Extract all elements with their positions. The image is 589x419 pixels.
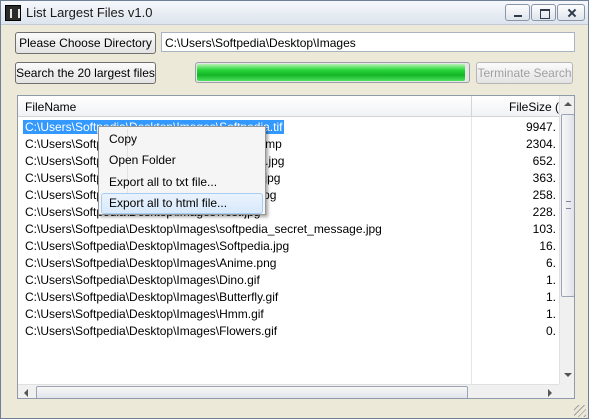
progress-fill <box>197 64 466 81</box>
scroll-left-arrow-icon[interactable] <box>18 385 35 398</box>
list-header: FileName FileSize (K <box>18 96 567 117</box>
horizontal-scrollbar[interactable] <box>18 384 559 398</box>
menu-item-copy[interactable]: Copy <box>101 129 263 150</box>
app-window: List Largest Files v1.0 Please Choose Di… <box>0 0 589 419</box>
title-bar[interactable]: List Largest Files v1.0 <box>1 1 588 25</box>
file-size-cell: 6. <box>545 256 556 270</box>
file-name-cell: C:\Users\Softpedia\Desktop\Images\Dino.g… <box>25 273 260 287</box>
vertical-scrollbar[interactable] <box>559 96 574 384</box>
file-size-cell: 652. <box>532 154 556 168</box>
context-menu: Copy Open Folder Export all to txt file.… <box>98 126 266 215</box>
file-size-cell: 1. <box>545 307 556 321</box>
file-size-cell: 16. <box>539 239 556 253</box>
scrollbar-corner <box>559 384 574 398</box>
close-button[interactable] <box>557 4 585 21</box>
scroll-down-arrow-icon[interactable] <box>560 367 574 384</box>
table-row[interactable]: C:\Users\Softpedia\Desktop\Images\Anime.… <box>18 255 559 272</box>
table-row[interactable]: C:\Users\Softpedia\Desktop\Images\softpe… <box>18 221 559 238</box>
file-name-cell: C:\Users\Softpedia\Desktop\Images\Hmm.gi… <box>25 307 264 321</box>
table-row[interactable]: C:\Users\Softpedia\Desktop\Images\Hmm.gi… <box>18 306 559 323</box>
file-size-cell: 228. <box>532 205 556 219</box>
table-row[interactable]: C:\Users\Softpedia\Desktop\Images\Softpe… <box>18 238 559 255</box>
directory-path-field[interactable]: C:\Users\Softpedia\Desktop\Images <box>161 32 575 52</box>
menu-item-export-html[interactable]: Export all to html file... <box>101 193 263 214</box>
table-row[interactable]: C:\Users\Softpedia\Desktop\Images\Flower… <box>18 323 559 340</box>
column-header-filename[interactable]: FileName <box>25 100 76 114</box>
table-row[interactable]: C:\Users\Softpedia\Desktop\Images\Dino.g… <box>18 272 559 289</box>
file-size-cell: 1. <box>545 290 556 304</box>
minimize-button[interactable] <box>505 4 530 21</box>
resize-grip-icon[interactable] <box>574 405 586 417</box>
choose-directory-button[interactable]: Please Choose Directory <box>15 32 156 54</box>
file-size-cell: 0. <box>545 324 556 338</box>
file-size-cell: 258. <box>532 188 556 202</box>
window-title: List Largest Files v1.0 <box>26 5 153 20</box>
table-row[interactable]: C:\Users\Softpedia\Desktop\Images\Butter… <box>18 289 559 306</box>
status-bar <box>1 402 588 418</box>
scroll-up-arrow-icon[interactable] <box>560 96 574 113</box>
file-name-cell: C:\Users\Softpedia\Desktop\Images\Softpe… <box>25 239 290 253</box>
search-progress-bar <box>195 62 470 83</box>
file-size-cell: 363. <box>532 171 556 185</box>
search-largest-files-button[interactable]: Search the 20 largest files <box>15 62 156 84</box>
terminate-search-button[interactable]: Terminate Search <box>476 62 573 84</box>
file-name-cell: C:\Users\Softpedia\Desktop\Images\Flower… <box>25 324 278 338</box>
vertical-scroll-thumb[interactable] <box>561 114 574 297</box>
file-name-cell: C:\Users\Softpedia\Desktop\Images\softpe… <box>25 222 382 236</box>
horizontal-scroll-thumb[interactable] <box>36 386 468 398</box>
menu-item-open-folder[interactable]: Open Folder <box>101 150 263 171</box>
scroll-right-arrow-icon[interactable] <box>542 385 559 398</box>
maximize-button[interactable] <box>531 4 556 21</box>
app-icon <box>5 5 21 21</box>
file-name-cell: C:\Users\Softpedia\Desktop\Images\Butter… <box>25 290 279 304</box>
file-size-cell: 9947. <box>525 120 556 134</box>
menu-item-export-txt[interactable]: Export all to txt file... <box>101 172 263 193</box>
file-size-cell: 103. <box>532 222 556 236</box>
file-size-cell: 1. <box>545 273 556 287</box>
column-divider[interactable] <box>471 96 472 117</box>
file-size-cell: 2304. <box>525 137 556 151</box>
file-name-cell: C:\Users\Softpedia\Desktop\Images\Anime.… <box>25 256 277 270</box>
